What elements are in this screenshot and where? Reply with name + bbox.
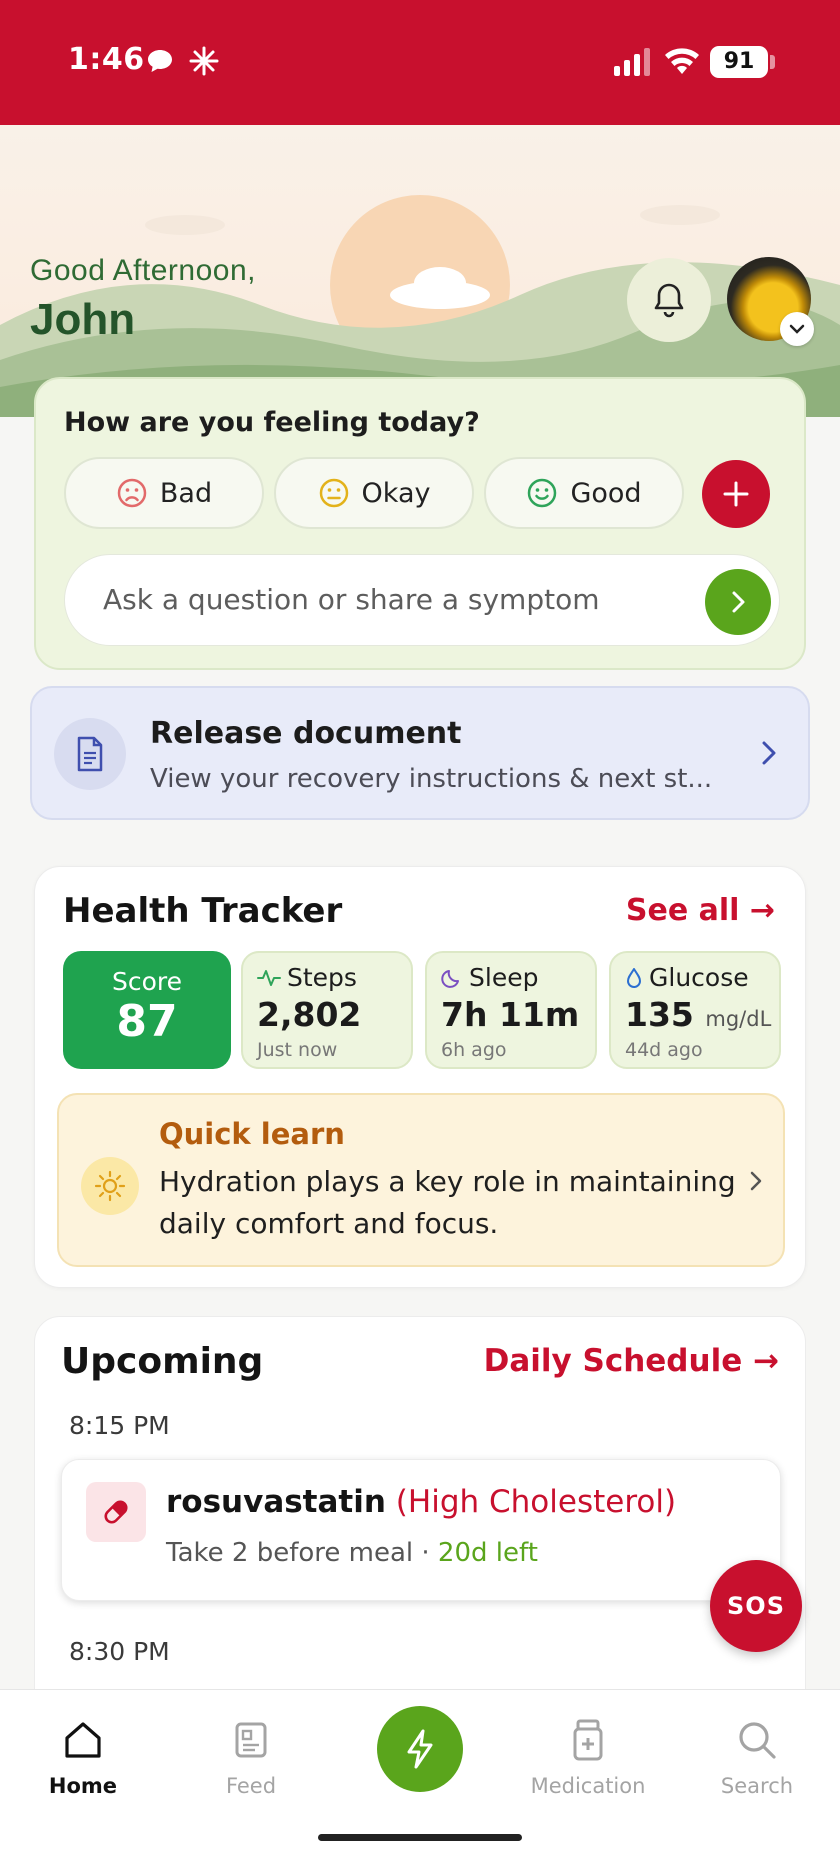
mood-okay-button[interactable]: Okay	[274, 457, 474, 529]
steps-time: Just now	[257, 1039, 338, 1061]
score-value: 87	[116, 996, 178, 1047]
sos-button[interactable]: SOS	[710, 1560, 802, 1652]
mood-good-button[interactable]: Good	[484, 457, 684, 529]
notifications-button[interactable]	[627, 258, 711, 342]
quick-learn-card[interactable]: Quick learn Hydration plays a key role i…	[57, 1093, 785, 1267]
bottom-navigation: Home Feed Medication Search	[0, 1689, 840, 1871]
glucose-value-row: 135 mg/dL	[625, 995, 771, 1034]
health-tracker-card: Health Tracker See all → Score 87 Steps …	[34, 866, 806, 1288]
medication-condition: (High Cholesterol)	[395, 1484, 677, 1520]
glucose-time: 44d ago	[625, 1039, 703, 1061]
bell-icon	[654, 283, 684, 318]
sleep-time: 6h ago	[441, 1039, 507, 1061]
home-indicator	[318, 1834, 522, 1841]
daily-schedule-link[interactable]: Daily Schedule →	[484, 1343, 779, 1379]
medicine-bottle-icon	[573, 1719, 603, 1761]
steps-label-row: Steps	[257, 963, 357, 992]
release-subtitle: View your recovery instructions & next s…	[150, 764, 713, 794]
steps-tile[interactable]: Steps 2,802 Just now	[241, 951, 413, 1069]
glucose-unit: mg/dL	[705, 1007, 772, 1031]
home-icon	[65, 1722, 101, 1758]
mood-bad-label: Bad	[159, 477, 213, 509]
mood-question: How are you feeling today?	[64, 407, 480, 438]
nav-search-label: Search	[720, 1774, 794, 1798]
medication-days-left: 20d left	[437, 1538, 538, 1568]
glucose-value: 135	[625, 995, 694, 1034]
chevron-right-icon	[750, 1171, 762, 1191]
send-question-button[interactable]	[705, 569, 771, 635]
steps-value: 2,802	[257, 995, 362, 1034]
document-icon	[54, 718, 126, 790]
quick-learn-title: Quick learn	[159, 1117, 345, 1151]
status-bar: 1:46 91	[0, 0, 840, 125]
nav-feed[interactable]: Feed	[186, 1714, 316, 1798]
chat-bubble-icon	[146, 48, 174, 79]
schedule-time: 8:15 PM	[69, 1411, 170, 1440]
quick-learn-body: Hydration plays a key role in maintainin…	[159, 1165, 736, 1240]
schedule-time: 8:30 PM	[69, 1637, 170, 1666]
upcoming-title: Upcoming	[61, 1341, 264, 1382]
search-icon	[739, 1722, 776, 1759]
mood-okay-label: Okay	[361, 477, 431, 509]
user-name: John	[30, 295, 136, 344]
sparkle-icon	[189, 46, 219, 81]
cellular-signal-icon	[614, 48, 654, 81]
ask-symptom-input[interactable]: Ask a question or share a symptom	[64, 554, 780, 646]
smile-face-icon	[528, 478, 557, 508]
score-label: Score	[111, 967, 183, 996]
sun-icon	[81, 1157, 139, 1215]
nav-feed-label: Feed	[225, 1774, 277, 1798]
glucose-tile[interactable]: Glucose 135 mg/dL 44d ago	[609, 951, 781, 1069]
drop-icon	[627, 967, 641, 988]
see-all-link[interactable]: See all →	[626, 893, 775, 928]
account-menu-button[interactable]	[780, 312, 814, 346]
wifi-icon	[664, 46, 700, 81]
steps-label: Steps	[287, 963, 357, 992]
glucose-label: Glucose	[649, 963, 749, 992]
mood-check-card: How are you feeling today? Bad Okay Good…	[34, 377, 806, 670]
release-title: Release document	[150, 716, 462, 751]
mood-bad-button[interactable]: Bad	[64, 457, 264, 529]
nav-search[interactable]: Search	[692, 1714, 822, 1798]
lightning-icon	[407, 1729, 433, 1769]
chevron-right-icon	[762, 741, 776, 765]
chevron-right-icon	[732, 591, 745, 613]
nav-home-label: Home	[48, 1774, 118, 1798]
ask-placeholder: Ask a question or share a symptom	[103, 583, 600, 616]
release-document-card[interactable]: Release document View your recovery inst…	[30, 686, 810, 820]
moon-icon	[441, 969, 459, 988]
mood-good-label: Good	[570, 477, 642, 509]
glucose-label-row: Glucose	[625, 963, 749, 992]
upcoming-section: Upcoming Daily Schedule → 8:15 PM rosuva…	[34, 1316, 806, 1716]
medication-name: rosuvastatin	[166, 1484, 386, 1520]
sad-face-icon	[117, 478, 147, 508]
quick-action-button[interactable]	[377, 1706, 463, 1792]
nav-home[interactable]: Home	[18, 1714, 148, 1798]
medication-reminder-card[interactable]: rosuvastatin (High Cholesterol) Take 2 b…	[61, 1459, 781, 1601]
plus-icon	[723, 481, 749, 507]
nav-medication-label: Medication	[530, 1774, 646, 1798]
pill-icon	[86, 1482, 146, 1542]
activity-pulse-icon	[257, 969, 281, 986]
medication-instructions: Take 2 before meal ·	[166, 1538, 438, 1568]
sleep-value: 7h 11m	[441, 995, 580, 1034]
battery-indicator: 91	[710, 46, 768, 78]
neutral-face-icon	[319, 478, 348, 508]
battery-tip	[770, 55, 775, 69]
sleep-label: Sleep	[469, 963, 539, 992]
add-mood-button[interactable]	[702, 460, 770, 528]
greeting-text: Good Afternoon,	[30, 254, 256, 287]
sleep-label-row: Sleep	[441, 963, 538, 992]
health-tracker-title: Health Tracker	[63, 891, 343, 931]
feed-icon	[235, 1722, 267, 1758]
chevron-down-icon	[789, 324, 805, 334]
medication-details-row: Take 2 before meal · 20d left	[166, 1538, 538, 1568]
status-time: 1:46	[68, 42, 145, 77]
nav-medication[interactable]: Medication	[523, 1714, 653, 1798]
sleep-tile[interactable]: Sleep 7h 11m 6h ago	[425, 951, 597, 1069]
health-score-tile[interactable]: Score 87	[63, 951, 231, 1069]
medication-name-row: rosuvastatin (High Cholesterol)	[166, 1484, 676, 1520]
